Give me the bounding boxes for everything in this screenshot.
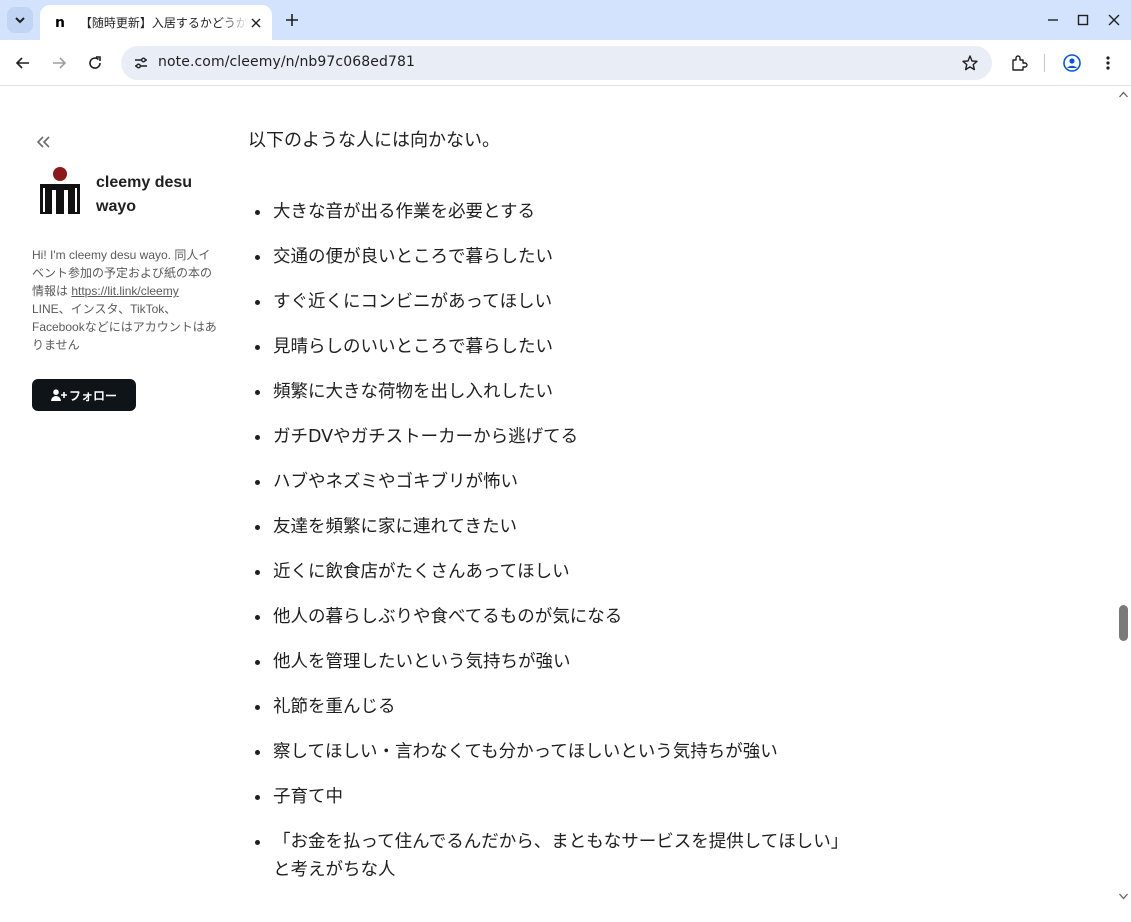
list-item: 察してほしい・言わなくても分かってほしいという気持ちが強い bbox=[248, 738, 848, 766]
toolbar-divider bbox=[1044, 54, 1045, 72]
list-item-line-1: 「お金を払って住んでるんだから、まともなサービスを提供してほしい」 bbox=[273, 832, 849, 852]
follow-button[interactable]: フォロー bbox=[32, 379, 136, 411]
close-icon[interactable] bbox=[248, 15, 264, 31]
maximize-icon[interactable] bbox=[1073, 10, 1093, 30]
scroll-up-icon[interactable] bbox=[1119, 91, 1128, 98]
list-item: ハブやネズミやゴキブリが怖い bbox=[248, 468, 848, 496]
scrollbar-thumb[interactable] bbox=[1119, 605, 1128, 641]
list-item: 他人の暮らしぶりや食べてるものが気になる bbox=[248, 603, 848, 631]
unsuitable-list: 大きな音が出る作業を必要とする 交通の便が良いところで暮らしたい すぐ近くにコン… bbox=[248, 198, 848, 901]
page-scrollbar[interactable] bbox=[1116, 87, 1131, 922]
list-item: 見晴らしのいいところで暮らしたい bbox=[248, 333, 848, 361]
plus-icon[interactable] bbox=[281, 9, 303, 31]
tab-title: 【随時更新】入居するかどうか bbox=[79, 16, 248, 30]
list-item: 交通の便が良いところで暮らしたい bbox=[248, 243, 848, 271]
list-item: ガチDVやガチストーカーから逃げてる bbox=[248, 423, 848, 451]
back-icon[interactable] bbox=[10, 50, 36, 76]
list-item: 他人を管理したいという気持ちが強い bbox=[248, 648, 848, 676]
list-item: 友達を頻繁に家に連れてきたい bbox=[248, 513, 848, 541]
tab-strip: n 【随時更新】入居するかどうか bbox=[0, 0, 1131, 40]
tab-search-icon[interactable] bbox=[7, 7, 33, 33]
minimize-icon[interactable] bbox=[1043, 10, 1063, 30]
list-item: 子育て中 bbox=[248, 783, 848, 811]
browser-toolbar: note.com/cleemy/n/nb97c068ed781 bbox=[0, 40, 1131, 86]
extensions-icon[interactable] bbox=[1006, 50, 1032, 76]
site-info-icon[interactable] bbox=[129, 51, 153, 75]
lead-paragraph: 以下のような人には向かない。 bbox=[248, 130, 500, 151]
active-tab[interactable]: n 【随時更新】入居するかどうか bbox=[40, 5, 272, 40]
bio-text-2: LINE、インスタ、TikTok、Facebookなどにはアカウントはありません bbox=[32, 302, 217, 352]
page-viewport: cleemy desu wayo Hi! I'm cleemy desu way… bbox=[0, 87, 1131, 922]
address-bar[interactable]: note.com/cleemy/n/nb97c068ed781 bbox=[121, 46, 992, 80]
bio-link[interactable]: https://lit.link/cleemy bbox=[71, 284, 178, 298]
forward-icon[interactable] bbox=[46, 50, 72, 76]
url-text[interactable]: note.com/cleemy/n/nb97c068ed781 bbox=[158, 54, 415, 70]
window-close-icon[interactable] bbox=[1104, 10, 1124, 30]
avatar[interactable] bbox=[38, 166, 82, 216]
list-item-multiline: 「お金を払って住んでるんだから、まともなサービスを提供してほしい」 と考えがちな… bbox=[248, 828, 848, 884]
star-icon[interactable] bbox=[960, 53, 980, 73]
author-bio: Hi! I'm cleemy desu wayo. 同人イベント参加の予定および… bbox=[32, 246, 220, 354]
list-item: 頻繁に大きな荷物を出し入れしたい bbox=[248, 378, 848, 406]
list-item: 近くに飲食店がたくさんあってほしい bbox=[248, 558, 848, 586]
user-plus-icon bbox=[50, 389, 67, 401]
menu-icon[interactable] bbox=[1095, 50, 1121, 76]
list-item: すぐ近くにコンビニがあってほしい bbox=[248, 288, 848, 316]
profile-icon[interactable] bbox=[1059, 50, 1085, 76]
list-item-line-2: と考えがちな人 bbox=[273, 860, 396, 880]
reload-icon[interactable] bbox=[82, 50, 108, 76]
list-item: 大きな音が出る作業を必要とする bbox=[248, 198, 848, 226]
list-item: 礼節を重んじる bbox=[248, 693, 848, 721]
scroll-down-icon[interactable] bbox=[1119, 893, 1128, 900]
follow-label: フォロー bbox=[68, 388, 117, 403]
collapse-sidebar-icon[interactable] bbox=[35, 133, 53, 151]
note-favicon-icon: n bbox=[54, 14, 65, 31]
author-name[interactable]: cleemy desu wayo bbox=[96, 171, 226, 219]
